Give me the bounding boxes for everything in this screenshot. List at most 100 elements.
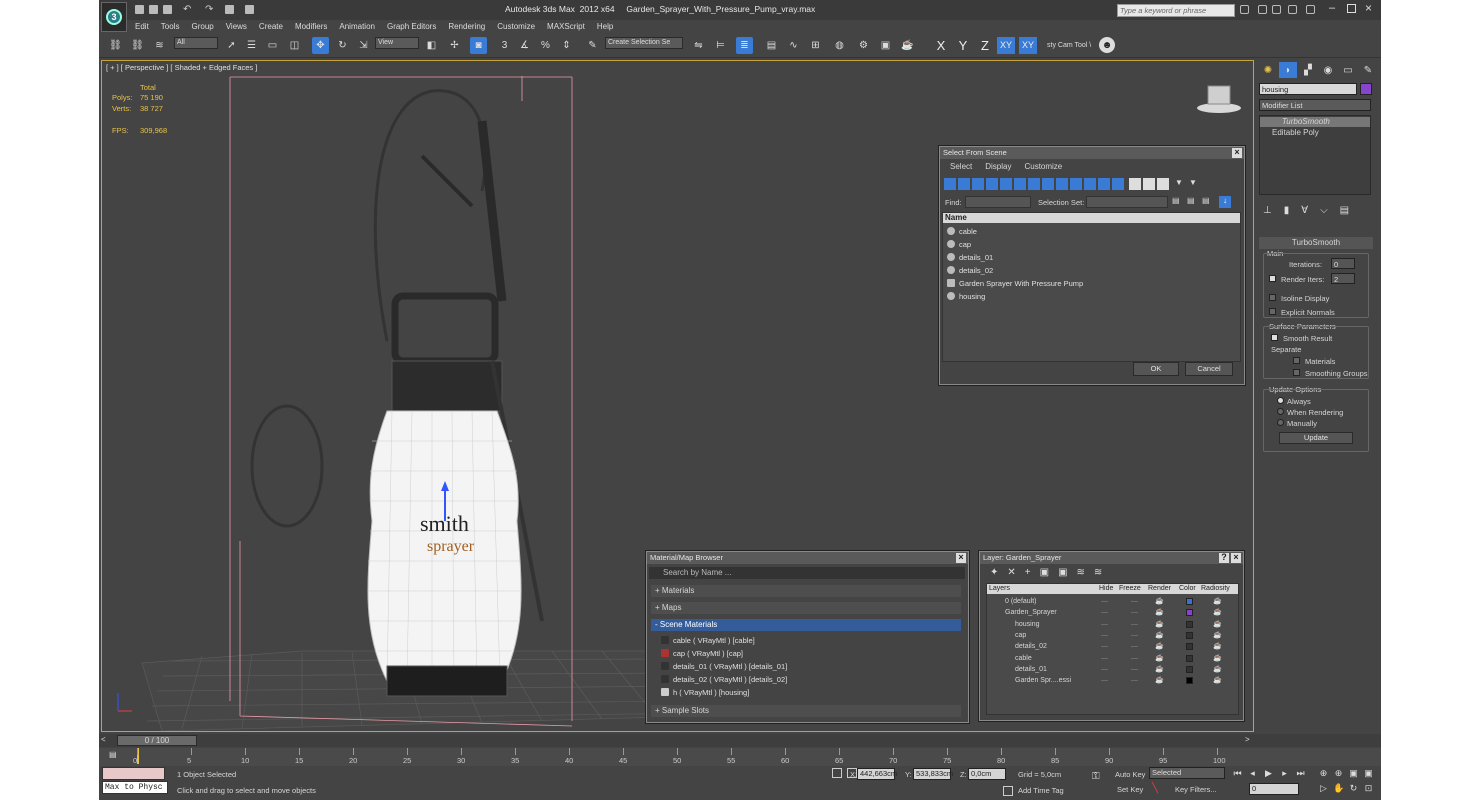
link-icon[interactable]: ⛓ bbox=[107, 37, 124, 54]
column-layers[interactable]: Layers bbox=[989, 584, 1010, 594]
motion-tab-icon[interactable]: ◉ bbox=[1319, 62, 1337, 78]
x-coordinate-field[interactable]: 442,663cm bbox=[857, 768, 897, 780]
render-teapot-icon[interactable]: ☕ bbox=[1155, 664, 1164, 675]
material-item[interactable]: cap ( VRayMtl ) [cap] bbox=[659, 647, 743, 660]
freeze-toggle[interactable]: — bbox=[1131, 619, 1138, 630]
render-teapot-icon[interactable]: ☕ bbox=[1155, 653, 1164, 664]
radiosity-teapot-icon[interactable]: ☕ bbox=[1213, 607, 1222, 618]
maximize-button[interactable] bbox=[1347, 4, 1356, 13]
update-button[interactable]: Update bbox=[1279, 432, 1353, 444]
radiosity-teapot-icon[interactable]: ☕ bbox=[1213, 619, 1222, 630]
highlight-layer-icon[interactable]: ▣ bbox=[1058, 567, 1067, 578]
maximize-viewport-icon[interactable]: ⊡ bbox=[1363, 783, 1374, 794]
project-folder-icon[interactable] bbox=[245, 5, 254, 14]
display-frozen-icon[interactable] bbox=[1084, 178, 1096, 190]
selection-set-edit-icon[interactable]: ▤ bbox=[1172, 196, 1184, 208]
maxscript-mini-listener[interactable]: Max to Physc bbox=[102, 781, 168, 794]
spinner-snap-icon[interactable]: ⇕ bbox=[558, 37, 575, 54]
close-icon[interactable]: × bbox=[1232, 148, 1242, 158]
edit-named-selection-icon[interactable]: ✎ bbox=[584, 37, 601, 54]
track-bar[interactable]: ▤ 0 5 10 15 20 25 30 35 40 45 50 55 60 65 70 75 80 85 90 95… bbox=[99, 748, 1381, 766]
layer-row[interactable]: cap — — ☕ ☕ bbox=[987, 630, 1238, 641]
bind-spacewarp-icon[interactable]: ≋ bbox=[151, 37, 168, 54]
render-teapot-icon[interactable]: ☕ bbox=[1155, 630, 1164, 641]
radiosity-teapot-icon[interactable]: ☕ bbox=[1213, 664, 1222, 675]
manually-radio[interactable] bbox=[1277, 419, 1284, 426]
hierarchy-tab-icon[interactable]: ▞ bbox=[1299, 62, 1317, 78]
display-lights-icon[interactable] bbox=[972, 178, 984, 190]
group-scene-materials[interactable]: - Scene Materials bbox=[651, 619, 961, 631]
pivot-center-icon[interactable]: ◧ bbox=[423, 37, 440, 54]
selection-filter-dropdown[interactable]: All bbox=[174, 37, 218, 49]
object-color-swatch[interactable] bbox=[1360, 83, 1372, 95]
radiosity-teapot-icon[interactable]: ☕ bbox=[1213, 596, 1222, 607]
zoom-extents-all-icon[interactable]: ▣ bbox=[1363, 768, 1374, 779]
layer-dialog-title[interactable]: Layer: Garden_Sprayer bbox=[980, 552, 1243, 564]
favorites-icon[interactable] bbox=[1288, 5, 1297, 14]
column-name-header[interactable]: Name bbox=[943, 213, 1240, 223]
keyboard-shortcut-override-icon[interactable]: ◙ bbox=[470, 37, 487, 54]
next-key-icon[interactable]: ▸ bbox=[1279, 768, 1290, 779]
menu-tools[interactable]: Tools bbox=[155, 20, 186, 33]
scene-list-item[interactable]: Garden Sprayer With Pressure Pump bbox=[945, 277, 1083, 290]
column-freeze[interactable]: Freeze bbox=[1119, 584, 1141, 594]
explicit-normals-checkbox[interactable] bbox=[1269, 308, 1276, 315]
object-name-input[interactable]: housing bbox=[1259, 83, 1357, 95]
find-input[interactable] bbox=[965, 196, 1031, 208]
display-bones-icon[interactable] bbox=[1056, 178, 1068, 190]
schematic-view-icon[interactable]: ⊞ bbox=[807, 37, 824, 54]
display-tab-icon[interactable]: ▭ bbox=[1339, 62, 1357, 78]
hide-toggle[interactable]: — bbox=[1101, 619, 1108, 630]
remove-modifier-icon[interactable]: ⌵ bbox=[1320, 205, 1328, 216]
percent-snap-icon[interactable]: % bbox=[537, 37, 554, 54]
material-item[interactable]: details_01 ( VRayMtl ) [details_01] bbox=[659, 660, 787, 673]
render-setup-icon[interactable]: ⚙ bbox=[855, 37, 872, 54]
play-icon[interactable]: ▶ bbox=[1263, 768, 1274, 779]
select-and-move-icon[interactable]: ✥ bbox=[312, 37, 329, 54]
column-render[interactable]: Render bbox=[1148, 584, 1171, 594]
selection-set-remove-icon[interactable]: ▤ bbox=[1202, 196, 1214, 208]
freeze-toggle[interactable]: — bbox=[1131, 664, 1138, 675]
subscription-icon[interactable] bbox=[1258, 5, 1267, 14]
freeze-toggle[interactable]: — bbox=[1131, 653, 1138, 664]
curve-editor-icon[interactable]: ∿ bbox=[785, 37, 802, 54]
material-item[interactable]: cable ( VRayMtl ) [cable] bbox=[659, 634, 755, 647]
hide-all-icon[interactable]: ≋ bbox=[1077, 567, 1085, 578]
maxscript-listener-pink[interactable] bbox=[102, 767, 165, 780]
layer-color-swatch[interactable] bbox=[1186, 665, 1193, 673]
minimize-button[interactable]: – bbox=[1329, 2, 1335, 14]
menu-graph-editors[interactable]: Graph Editors bbox=[381, 20, 442, 33]
select-and-rotate-icon[interactable]: ↻ bbox=[334, 37, 351, 54]
hold-icon[interactable] bbox=[225, 5, 234, 14]
next-frame-icon[interactable]: > bbox=[1245, 735, 1253, 745]
isoline-display-checkbox[interactable] bbox=[1269, 294, 1276, 301]
select-all-icon[interactable] bbox=[1129, 178, 1141, 190]
graphite-ribbon-icon[interactable]: ▤ bbox=[763, 37, 780, 54]
rectangular-selection-icon[interactable]: ▭ bbox=[264, 37, 281, 54]
snaps-toggle-icon[interactable]: 3 bbox=[496, 37, 513, 54]
select-from-scene-title[interactable]: Select From Scene bbox=[940, 147, 1244, 159]
add-time-tag[interactable]: Add Time Tag bbox=[1018, 786, 1064, 795]
radiosity-teapot-icon[interactable]: ☕ bbox=[1213, 641, 1222, 652]
utilities-tab-icon[interactable]: ✎ bbox=[1359, 62, 1377, 78]
menu-customize[interactable]: Customize bbox=[1024, 162, 1062, 171]
field-of-view-icon[interactable]: ▷ bbox=[1318, 783, 1329, 794]
select-by-name-icon[interactable]: ☰ bbox=[243, 37, 260, 54]
hide-toggle[interactable]: — bbox=[1101, 607, 1108, 618]
smooth-result-checkbox[interactable] bbox=[1271, 334, 1278, 341]
prev-key-icon[interactable]: ◂ bbox=[1247, 768, 1258, 779]
layer-row[interactable]: housing — — ☕ ☕ bbox=[987, 619, 1238, 630]
freeze-toggle[interactable]: — bbox=[1131, 596, 1138, 607]
selection-set-dropdown[interactable] bbox=[1086, 196, 1168, 208]
cancel-button[interactable]: Cancel bbox=[1185, 362, 1233, 376]
pin-stack-icon[interactable]: ⊥ bbox=[1263, 205, 1272, 216]
filter-icon[interactable]: ▼ bbox=[1175, 178, 1187, 190]
display-shapes-icon[interactable] bbox=[958, 178, 970, 190]
select-none-icon[interactable] bbox=[1143, 178, 1155, 190]
help-icon[interactable]: ? bbox=[1219, 553, 1229, 563]
key-mode-dropdown[interactable]: Selected bbox=[1149, 767, 1225, 779]
curve-editor-mini-icon[interactable]: ▤ bbox=[109, 750, 121, 762]
display-cameras-icon[interactable] bbox=[986, 178, 998, 190]
menu-animation[interactable]: Animation bbox=[333, 20, 381, 33]
freeze-all-icon[interactable]: ≋ bbox=[1094, 567, 1102, 578]
